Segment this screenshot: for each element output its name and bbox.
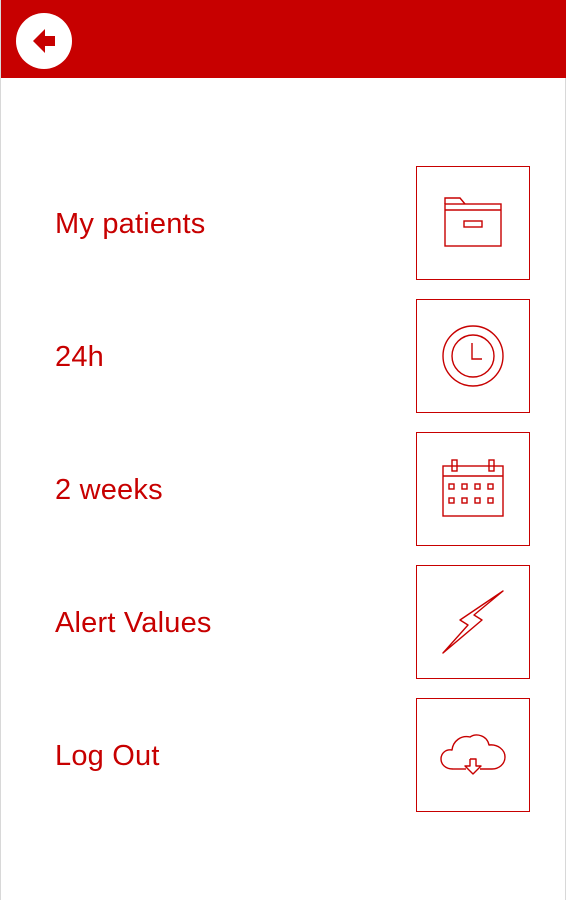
app-bar: [1, 0, 566, 78]
calendar-icon: [442, 459, 504, 517]
menu-item-label: 24h: [55, 341, 104, 373]
menu-item-log-out[interactable]: Log Out: [1, 698, 566, 814]
menu-item-label: 2 weeks: [55, 474, 163, 506]
back-button[interactable]: [16, 13, 72, 69]
menu-tile-2-weeks[interactable]: [416, 432, 530, 546]
menu-tile-24h[interactable]: [416, 299, 530, 413]
menu-item-label: Log Out: [55, 740, 160, 772]
menu-tile-alert-values[interactable]: [416, 565, 530, 679]
menu-item-my-patients[interactable]: My patients: [1, 166, 566, 282]
folder-icon: [444, 197, 502, 247]
clock-icon: [442, 325, 504, 387]
menu-tile-my-patients[interactable]: [416, 166, 530, 280]
menu-item-label: Alert Values: [55, 607, 212, 639]
menu-item-2-weeks[interactable]: 2 weeks: [1, 432, 566, 548]
arrow-left-icon: [33, 29, 55, 53]
menu-item-24h[interactable]: 24h: [1, 299, 566, 415]
menu-tile-log-out[interactable]: [416, 698, 530, 812]
menu-item-alert-values[interactable]: Alert Values: [1, 565, 566, 681]
cloud-download-icon: [440, 734, 506, 775]
lightning-icon: [442, 590, 504, 654]
menu-item-label: My patients: [55, 208, 206, 240]
